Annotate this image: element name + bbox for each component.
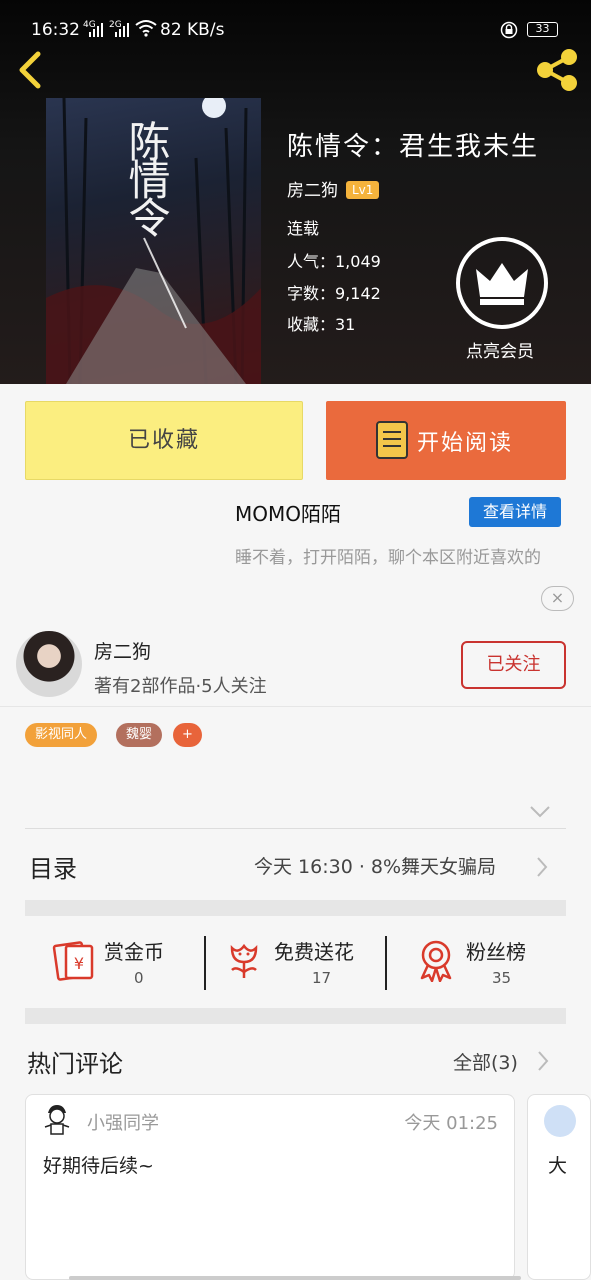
status-time: 16:32 [31, 20, 80, 40]
book-popularity: 人气：1,049 [287, 252, 381, 271]
vip-button[interactable] [456, 237, 548, 329]
add-tag-button[interactable]: + [173, 723, 202, 747]
section-divider-band [25, 1008, 566, 1024]
vip-label: 点亮会员 [466, 342, 534, 362]
chevron-right-icon[interactable] [536, 856, 548, 878]
stat-label: 粉丝榜 [466, 940, 526, 964]
share-button[interactable] [532, 46, 580, 94]
author-stats: 著有2部作品·5人关注 [94, 676, 267, 697]
red-envelope-icon: ¥ [52, 941, 94, 981]
ribbon-medal-icon [420, 940, 452, 982]
book-header: 16:32 4G 2G 82 KB/s 33 陈情令 陈情令：君生我未生 房二狗… [0, 0, 591, 384]
book-status: 连载 [287, 219, 320, 238]
chevron-right-icon[interactable] [537, 1050, 549, 1072]
expand-chevron-down-icon[interactable] [529, 804, 551, 818]
book-collections: 收藏：31 [287, 315, 356, 334]
comment-text: 好期待后续~ [43, 1155, 154, 1177]
book-author-name: 房二狗 [287, 181, 338, 201]
stat-free-flowers[interactable]: 免费送花 17 [222, 932, 382, 992]
back-arrow-icon [19, 51, 41, 89]
stat-fan-ranking[interactable]: 粉丝榜 35 [414, 932, 564, 992]
commenter-avatar[interactable] [42, 1103, 72, 1137]
comment-card[interactable]: 小强同学 今天 01:25 好期待后续~ [25, 1094, 515, 1280]
section-divider-band [25, 900, 566, 916]
battery-indicator: 33 [527, 22, 558, 37]
wifi-icon [135, 19, 157, 37]
follow-button[interactable]: 已关注 [461, 641, 566, 689]
divider [385, 936, 387, 990]
close-icon: × [550, 588, 565, 607]
ad-close-button[interactable]: × [541, 586, 574, 611]
comment-username[interactable]: 小强同学 [87, 1109, 159, 1135]
stat-reward-coins[interactable]: ¥ 赏金币 0 [52, 932, 202, 992]
hot-comments-title: 热门评论 [27, 1050, 123, 1078]
start-reading-button[interactable]: 开始阅读 [326, 401, 566, 480]
toc-title[interactable]: 目录 [29, 849, 77, 884]
all-comments-link[interactable]: 全部(3) [453, 1048, 518, 1075]
collected-button[interactable]: 已收藏 [25, 401, 303, 480]
book-title: 陈情令：君生我未生 [287, 132, 540, 162]
book-cover-image[interactable]: 陈情令 [46, 98, 261, 384]
flower-icon [230, 943, 258, 978]
stat-label: 免费送花 [274, 940, 354, 964]
status-bar: 16:32 4G 2G 82 KB/s 33 [0, 0, 591, 58]
tag-weiying[interactable]: 魏婴 [116, 723, 163, 747]
horizontal-scrollbar[interactable] [69, 1276, 521, 1280]
svg-text:¥: ¥ [74, 954, 84, 973]
crown-icon [476, 263, 528, 305]
stat-label: 赏金币 [104, 940, 164, 964]
book-icon [376, 421, 408, 459]
ad-description[interactable]: 睡不着，打开陌陌，聊个本区附近喜欢的 [235, 544, 565, 572]
network-speed: 82 KB/s [160, 20, 225, 40]
commenter-avatar[interactable] [544, 1105, 576, 1137]
book-detail-page: 16:32 4G 2G 82 KB/s 33 陈情令 陈情令：君生我未生 房二狗… [0, 0, 591, 1280]
divider [0, 706, 591, 707]
stat-value: 35 [492, 969, 512, 987]
tag-fanfic[interactable]: 影视同人 [25, 723, 98, 747]
book-word-count: 字数：9,142 [287, 284, 381, 303]
stat-value: 17 [312, 969, 332, 987]
signal-bars-icon [89, 22, 103, 37]
comment-time: 今天 01:25 [404, 1113, 498, 1134]
stat-value: 0 [134, 969, 144, 987]
book-author: 房二狗 Lv1 [287, 176, 380, 201]
back-button[interactable] [12, 50, 52, 90]
comment-text: 大 [548, 1155, 568, 1177]
author-level-badge: Lv1 [346, 181, 380, 199]
lock-rotation-icon [500, 21, 518, 39]
ad-title[interactable]: MOMO陌陌 [235, 498, 341, 527]
author-avatar[interactable] [16, 631, 82, 697]
divider [25, 828, 566, 829]
author-name[interactable]: 房二狗 [94, 637, 151, 664]
toc-latest-chapter[interactable]: 今天 16:30 · 8%舞天女骗局 [254, 852, 496, 879]
cover-title-text: 陈情令 [122, 120, 171, 234]
comment-card[interactable]: 大 [527, 1094, 591, 1280]
share-icon [537, 49, 577, 91]
signal-bars-2-icon [115, 22, 129, 37]
start-reading-label: 开始阅读 [417, 431, 514, 456]
divider [204, 936, 206, 990]
ad-detail-button[interactable]: 查看详情 [469, 497, 561, 527]
